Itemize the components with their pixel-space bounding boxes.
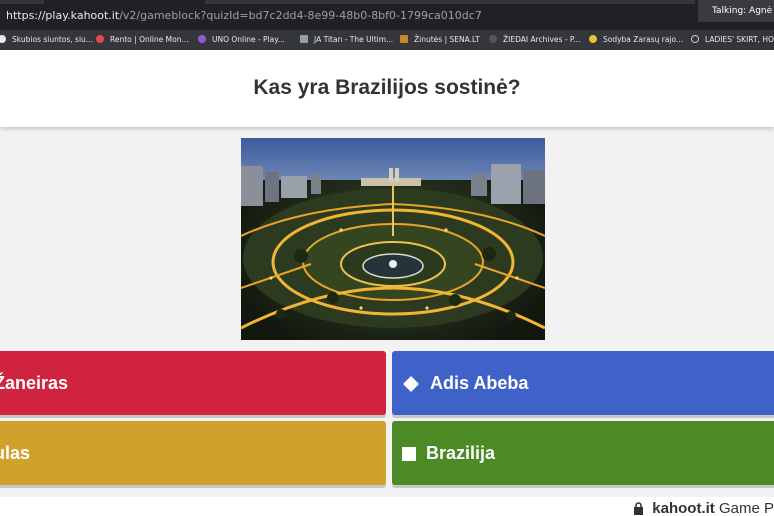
answer-blue[interactable]: Adis Abeba xyxy=(392,351,774,415)
answer-label-blue: Adis Abeba xyxy=(430,373,529,393)
answer-label-yellow: ulas xyxy=(0,443,31,463)
diamond-icon xyxy=(402,375,420,393)
browser-tab[interactable] xyxy=(205,0,695,4)
bookmark-favicon-icon xyxy=(489,35,497,43)
browser-top-bar: https://play.kahoot.it/v2/gameblock?quiz… xyxy=(0,0,774,30)
footer-brand-name: kahoot.it xyxy=(652,500,715,516)
browser-tab[interactable] xyxy=(0,0,44,4)
question-title: Kas yra Brazilijos sostinė? xyxy=(253,76,521,99)
bookmark-favicon-icon xyxy=(96,35,104,43)
brasilia-night-image xyxy=(241,138,545,340)
square-icon xyxy=(402,447,416,462)
bookmark-item[interactable]: Sodyba Zarasų rajo... xyxy=(589,30,683,50)
bookmark-item[interactable]: Rento | Online Mon... xyxy=(96,30,189,50)
bookmarks-bar: Skubios siuntos, siu... Rento | Online M… xyxy=(0,30,774,50)
question-image xyxy=(241,138,545,340)
bookmark-item[interactable]: UNO Online - Play... xyxy=(198,30,285,50)
address-bar[interactable]: https://play.kahoot.it/v2/gameblock?quiz… xyxy=(6,9,482,22)
lock-icon xyxy=(633,502,644,516)
bookmark-item[interactable]: JA Titan - The Ultim... xyxy=(300,30,393,50)
url-path: /v2/gameblock?quizId=bd7c2dd4-8e99-48b0-… xyxy=(119,9,482,22)
bookmark-favicon-icon xyxy=(691,35,699,43)
bookmark-item[interactable]: ŽIEDAI Archives - P... xyxy=(489,30,580,50)
answer-label-green: Brazilija xyxy=(426,443,496,463)
footer-brand: kahoot.it Game P xyxy=(633,500,774,516)
tab-strip xyxy=(0,0,774,4)
answer-red[interactable]: Žaneiras xyxy=(0,351,386,415)
answer-yellow[interactable]: ulas xyxy=(0,421,386,485)
talking-indicator: Talking: Agnė S xyxy=(698,0,774,22)
bookmark-item[interactable]: LADIES' SKIRT, HO... xyxy=(691,30,774,50)
answer-green[interactable]: Brazilija xyxy=(392,421,774,485)
bookmark-favicon-icon xyxy=(589,35,597,43)
bookmark-favicon-icon xyxy=(0,35,6,43)
url-host: https://play.kahoot.it xyxy=(6,9,120,22)
bookmark-item[interactable]: Žinutės | SENA.LT xyxy=(400,30,480,50)
page-icon xyxy=(300,35,308,43)
bookmark-item[interactable]: Skubios siuntos, siu... xyxy=(0,30,93,50)
bookmark-favicon-icon xyxy=(400,35,408,43)
bookmark-favicon-icon xyxy=(198,35,206,43)
answer-label-red: Žaneiras xyxy=(0,373,69,393)
footer-suffix: Game P xyxy=(718,500,774,516)
